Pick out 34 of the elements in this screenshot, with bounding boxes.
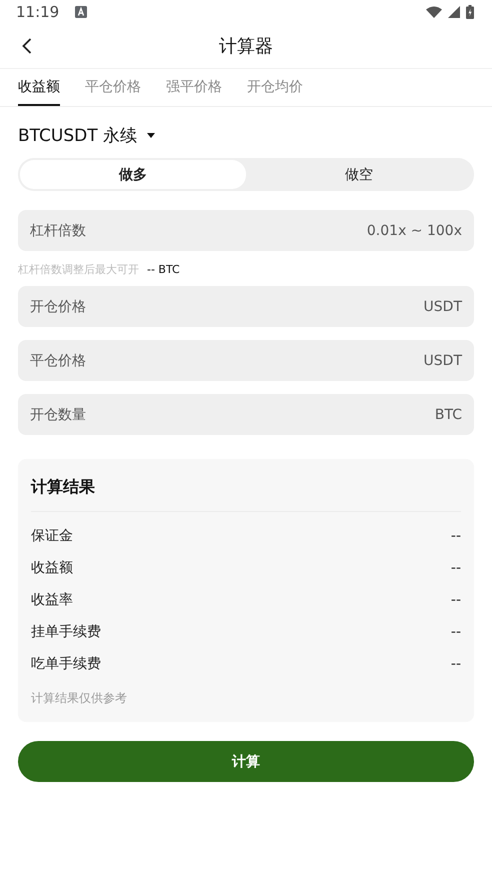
battery-icon [466, 5, 474, 19]
result-label: 收益率 [31, 591, 73, 609]
notification-icon [75, 6, 88, 18]
results-title: 计算结果 [31, 476, 96, 498]
hint-text: 杠杆倍数调整后最大可开 [18, 262, 139, 276]
result-label: 保证金 [31, 527, 73, 545]
result-value: -- [450, 624, 461, 640]
result-value: -- [450, 592, 461, 608]
result-value: -- [450, 656, 461, 672]
results-note: 计算结果仅供参考 [31, 690, 128, 707]
hint-value: -- BTC [147, 262, 180, 276]
calculate-button[interactable]: 计算 [18, 741, 474, 782]
tab[interactable]: 强平价格 [166, 69, 222, 106]
status-time: 11:19 [16, 3, 60, 21]
signal-icon [448, 6, 460, 18]
tab[interactable]: 平仓价格 [85, 69, 141, 106]
tab[interactable]: 开仓均价 [247, 69, 303, 106]
direction-option[interactable]: 做空 [246, 160, 472, 189]
wifi-icon [426, 6, 442, 18]
input-field[interactable]: 开仓数量 BTC [18, 394, 474, 435]
page-title: 计算器 [219, 35, 273, 58]
back-icon[interactable] [22, 38, 32, 54]
result-label: 挂单手续费 [31, 623, 101, 641]
input-field[interactable]: 杠杆倍数 0.01x ~ 100x [18, 210, 474, 251]
symbol-selector[interactable]: BTCUSDT 永续 [18, 124, 156, 146]
result-label: 收益额 [31, 559, 73, 577]
result-value: -- [450, 560, 461, 576]
input-field[interactable]: 开仓价格 USDT [18, 286, 474, 327]
direction-option[interactable]: 做多 [20, 160, 246, 189]
caret-icon [147, 132, 156, 138]
input-field[interactable]: 平仓价格 USDT [18, 340, 474, 381]
tab[interactable]: 收益额 [18, 69, 60, 106]
result-value: -- [450, 528, 461, 544]
result-label: 吃单手续费 [31, 655, 101, 673]
